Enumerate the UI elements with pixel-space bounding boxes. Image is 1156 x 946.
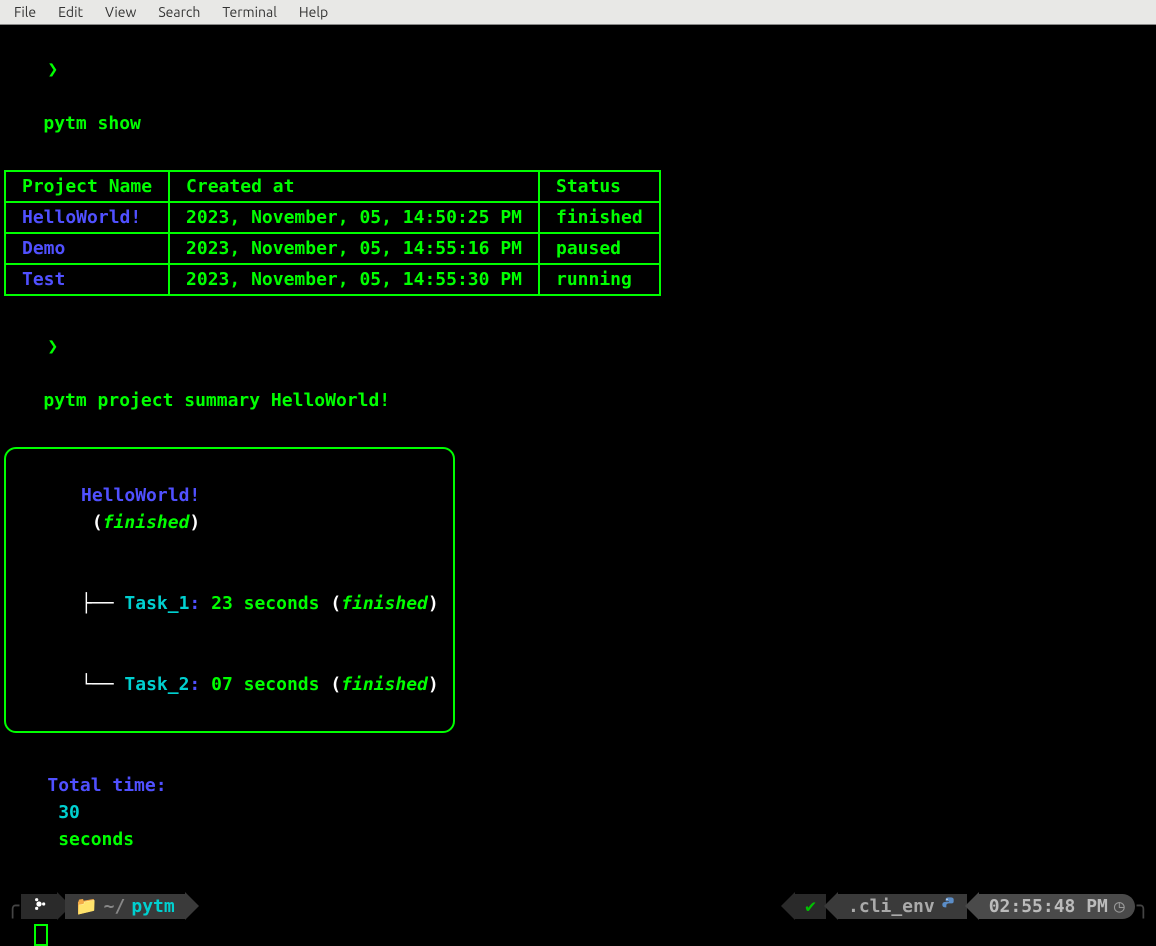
task-status: finished [341, 593, 428, 614]
cell-status: running [539, 264, 660, 295]
powerline-prompt: ╭ 📁 ~/pytm ✔ .cli_env [0, 892, 1156, 920]
cell-project: Test [5, 264, 169, 295]
cursor[interactable] [34, 924, 48, 946]
env-name: .cli_env [848, 896, 935, 917]
left-bracket-icon: ╭ [4, 894, 21, 919]
th-status: Status [539, 171, 660, 202]
total-label: Total time [47, 775, 155, 796]
table-row: Test 2023, November, 05, 14:55:30 PM run… [5, 264, 660, 295]
summary-box: HelloWorld! (finished) ├── Task_1: 23 se… [4, 447, 455, 733]
path-name: pytm [131, 896, 174, 917]
summary-project: HelloWorld! [81, 485, 200, 506]
check-icon: ✔ [805, 896, 816, 917]
prompt-char: ❯ [43, 336, 58, 357]
python-icon [941, 896, 957, 917]
th-project: Project Name [5, 171, 169, 202]
menubar: File Edit View Search Terminal Help [0, 0, 1156, 25]
menu-help[interactable]: Help [291, 2, 336, 22]
task-name: Task_1 [124, 593, 189, 614]
prompt-char: ❯ [43, 59, 58, 80]
tree-branch-icon: ├── [81, 593, 124, 614]
menu-search[interactable]: Search [150, 2, 208, 22]
terminal-output[interactable]: ❯ pytm show Project Name Created at Stat… [0, 25, 1156, 946]
command-summary: pytm project summary HelloWorld! [43, 390, 390, 411]
cell-project: Demo [5, 233, 169, 264]
time-value: 02:55:48 PM [989, 896, 1108, 917]
cell-status: paused [539, 233, 660, 264]
ubuntu-icon [31, 896, 47, 917]
right-bracket-icon: ╮ [1135, 894, 1152, 919]
tree-branch-icon: └── [81, 674, 124, 695]
table-row: HelloWorld! 2023, November, 05, 14:50:25… [5, 202, 660, 233]
task-duration: 23 seconds [211, 593, 319, 614]
task-name: Task_2 [124, 674, 189, 695]
total-unit: seconds [58, 829, 134, 850]
folder-icon: 📁 [75, 896, 97, 917]
path-prefix: ~/ [104, 896, 126, 917]
cell-project: HelloWorld! [5, 202, 169, 233]
table-row: Demo 2023, November, 05, 14:55:16 PM pau… [5, 233, 660, 264]
menu-edit[interactable]: Edit [50, 2, 91, 22]
task-duration: 07 seconds [211, 674, 319, 695]
summary-project-status: finished [103, 512, 190, 533]
total-value: 30 [58, 802, 80, 823]
th-created: Created at [169, 171, 539, 202]
menu-terminal[interactable]: Terminal [214, 2, 285, 22]
clock-icon: ◷ [1114, 896, 1125, 917]
cell-created: 2023, November, 05, 14:50:25 PM [169, 202, 539, 233]
projects-table: Project Name Created at Status HelloWorl… [4, 170, 661, 296]
cell-created: 2023, November, 05, 14:55:30 PM [169, 264, 539, 295]
menu-view[interactable]: View [97, 2, 144, 22]
cell-status: finished [539, 202, 660, 233]
menu-file[interactable]: File [6, 2, 44, 22]
task-status: finished [341, 674, 428, 695]
command-show: pytm show [43, 113, 141, 134]
cell-created: 2023, November, 05, 14:55:16 PM [169, 233, 539, 264]
